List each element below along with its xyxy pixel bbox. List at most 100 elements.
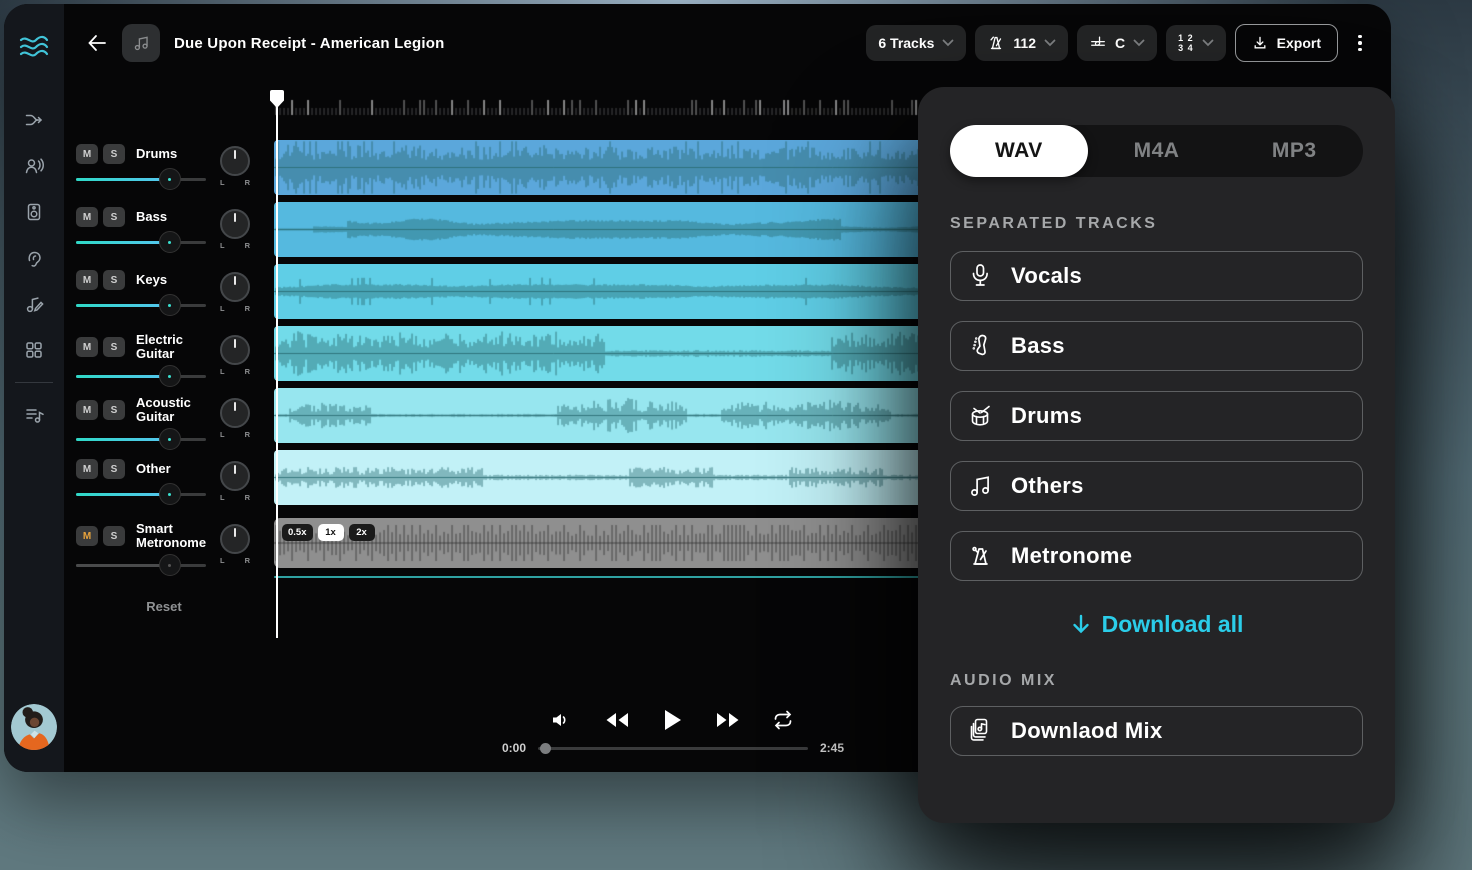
- volume-slider[interactable]: [76, 554, 206, 576]
- loop-icon[interactable]: [766, 705, 800, 735]
- export-button[interactable]: Export: [1235, 24, 1338, 62]
- microphone-icon: [965, 263, 995, 289]
- pan-knob[interactable]: LR: [218, 398, 252, 439]
- left-sidebar: [4, 4, 64, 772]
- back-button[interactable]: [82, 28, 112, 58]
- rewind-button[interactable]: [600, 705, 634, 735]
- speed-2x-button[interactable]: 2x: [349, 524, 375, 541]
- pan-knob[interactable]: LR: [218, 209, 252, 250]
- timesig-dropdown[interactable]: 1 23 4: [1166, 25, 1226, 61]
- setlist-icon[interactable]: [18, 399, 50, 431]
- pan-knob[interactable]: LR: [218, 146, 252, 187]
- track-name: Bass: [136, 210, 167, 224]
- stem-metronome-button[interactable]: Metronome: [950, 531, 1363, 581]
- pan-knob[interactable]: LR: [218, 461, 252, 502]
- app-logo-icon[interactable]: [19, 34, 49, 60]
- mixer-row-drums: M S Drums LR: [76, 144, 252, 207]
- download-icon: [1252, 35, 1268, 51]
- solo-button[interactable]: S: [103, 526, 125, 546]
- mute-button[interactable]: M: [76, 144, 98, 164]
- song-artwork-icon: [122, 24, 160, 62]
- volume-slider[interactable]: [76, 365, 206, 387]
- progress-row: 0:00 2:45: [502, 741, 844, 755]
- mixer-row-acoustic-guitar: M S Acoustic Guitar LR: [76, 396, 252, 459]
- bass-headstock-icon: [965, 333, 995, 359]
- mixer-row-keys: M S Keys LR: [76, 270, 252, 333]
- reset-button[interactable]: Reset: [76, 599, 252, 614]
- speed-0-5x-button[interactable]: 0.5x: [282, 524, 313, 541]
- chevron-down-icon: [1044, 39, 1056, 47]
- chevron-down-icon: [942, 39, 954, 47]
- volume-slider[interactable]: [76, 168, 206, 190]
- ear-icon[interactable]: [18, 242, 50, 274]
- tracks-dropdown[interactable]: 6 Tracks: [866, 25, 966, 61]
- metronome-icon: [965, 543, 995, 569]
- bpm-dropdown[interactable]: 112: [975, 25, 1068, 61]
- volume-slider[interactable]: [76, 231, 206, 253]
- download-arrow-icon: [1070, 613, 1092, 637]
- chevron-down-icon: [1133, 39, 1145, 47]
- key-dropdown[interactable]: C: [1077, 25, 1157, 61]
- separated-tracks-header: SEPARATED TRACKS: [950, 215, 1363, 233]
- track-name: Drums: [136, 147, 177, 161]
- fast-forward-button[interactable]: [711, 705, 745, 735]
- mute-button[interactable]: M: [76, 459, 98, 479]
- track-name: Electric Guitar: [136, 333, 218, 361]
- track-name: Smart Metronome: [136, 522, 218, 550]
- user-avatar[interactable]: [11, 704, 57, 750]
- chords-edit-icon[interactable]: [18, 288, 50, 320]
- mute-button[interactable]: M: [76, 400, 98, 420]
- format-segmented-control: WAV M4A MP3: [950, 125, 1363, 177]
- chevron-down-icon: [1202, 39, 1214, 47]
- voice-icon[interactable]: [18, 150, 50, 182]
- solo-button[interactable]: S: [103, 270, 125, 290]
- solo-button[interactable]: S: [103, 459, 125, 479]
- speed-1x-button[interactable]: 1x: [318, 524, 344, 541]
- pan-knob[interactable]: LR: [218, 524, 252, 565]
- drum-icon: [965, 403, 995, 429]
- stem-others-button[interactable]: Others: [950, 461, 1363, 511]
- volume-slider[interactable]: [76, 483, 206, 505]
- mute-button[interactable]: M: [76, 526, 98, 546]
- track-name: Other: [136, 462, 171, 476]
- stem-vocals-button[interactable]: Vocals: [950, 251, 1363, 301]
- download-all-link[interactable]: Download all: [950, 611, 1363, 638]
- mute-button[interactable]: M: [76, 270, 98, 290]
- track-name: Keys: [136, 273, 167, 287]
- format-tab-m4a[interactable]: M4A: [1088, 125, 1226, 177]
- audio-mix-header: AUDIO MIX: [950, 672, 1363, 690]
- mute-button[interactable]: M: [76, 337, 98, 357]
- mute-button[interactable]: M: [76, 207, 98, 227]
- format-tab-wav[interactable]: WAV: [950, 125, 1088, 177]
- pan-knob[interactable]: LR: [218, 335, 252, 376]
- format-tab-mp3[interactable]: MP3: [1225, 125, 1363, 177]
- solo-button[interactable]: S: [103, 144, 125, 164]
- mixer-row-electric-guitar: M S Electric Guitar LR: [76, 333, 252, 396]
- stem-drums-button[interactable]: Drums: [950, 391, 1363, 441]
- solo-button[interactable]: S: [103, 337, 125, 357]
- solo-button[interactable]: S: [103, 400, 125, 420]
- amp-icon[interactable]: [18, 196, 50, 228]
- download-mix-button[interactable]: Downlaod Mix: [950, 706, 1363, 756]
- total-duration: 2:45: [820, 741, 844, 755]
- more-options-icon[interactable]: [1347, 25, 1373, 61]
- export-panel: WAV M4A MP3 SEPARATED TRACKS Vocals Bass: [918, 87, 1395, 823]
- progress-bar[interactable]: [538, 741, 808, 755]
- metronome-icon: [987, 34, 1005, 52]
- split-icon[interactable]: [18, 104, 50, 136]
- solo-button[interactable]: S: [103, 207, 125, 227]
- top-bar: Due Upon Receipt - American Legion 6 Tra…: [64, 4, 1391, 82]
- volume-slider[interactable]: [76, 428, 206, 450]
- mix-files-icon: [965, 717, 995, 745]
- stems-list: Vocals Bass Drums: [950, 251, 1363, 581]
- apps-grid-icon[interactable]: [18, 334, 50, 366]
- pan-knob[interactable]: LR: [218, 272, 252, 313]
- mixer-panel: M S Drums LR M S Bass LR M S Keys: [76, 144, 252, 585]
- volume-slider[interactable]: [76, 294, 206, 316]
- mixer-row-smart-metronome: M S Smart Metronome LR: [76, 522, 252, 585]
- transport-controls: [544, 705, 800, 735]
- mixer-row-bass: M S Bass LR: [76, 207, 252, 270]
- play-button[interactable]: [655, 705, 689, 735]
- volume-icon[interactable]: [544, 705, 578, 735]
- stem-bass-button[interactable]: Bass: [950, 321, 1363, 371]
